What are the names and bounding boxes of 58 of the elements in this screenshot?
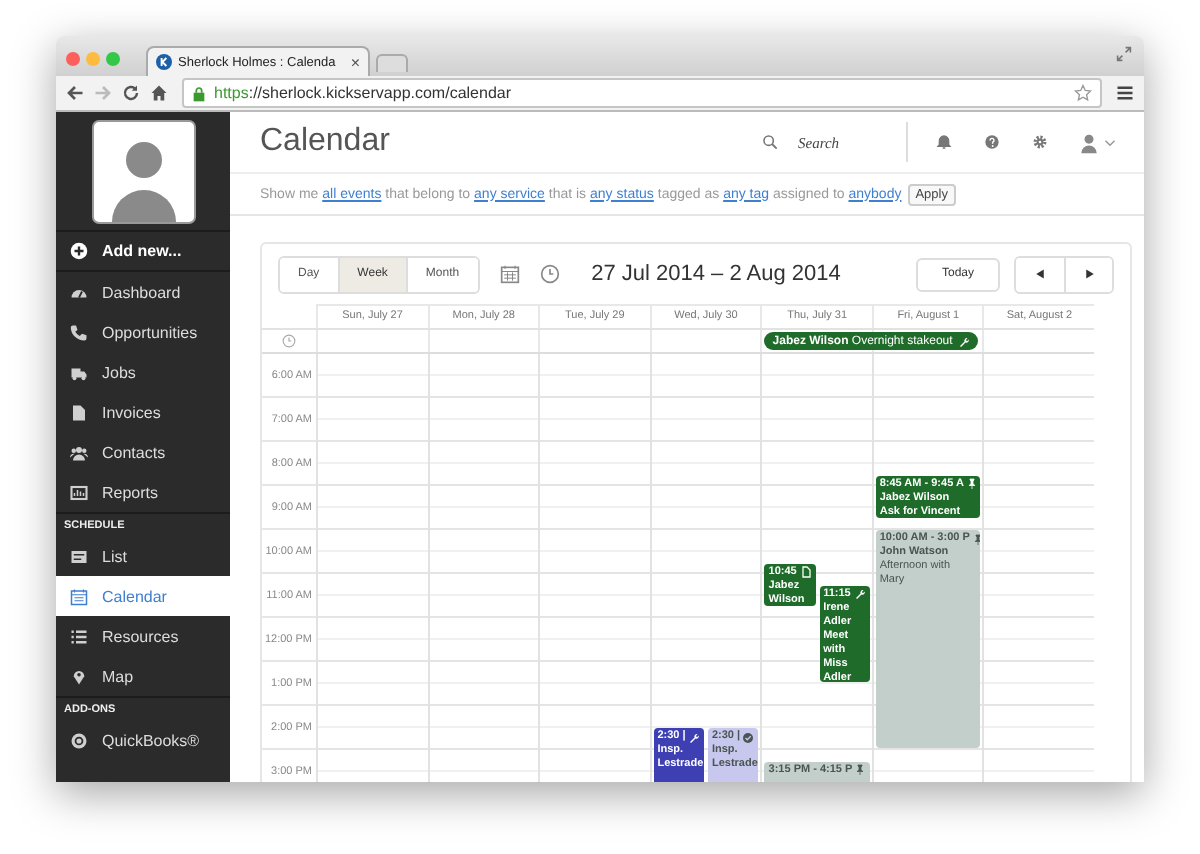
- k-logo-icon: [156, 54, 172, 70]
- sidebar-item[interactable]: List: [56, 536, 230, 576]
- right-triangle-icon: [1083, 268, 1095, 280]
- pin-icon: [70, 667, 88, 685]
- back-arrow-icon[interactable]: [66, 84, 84, 102]
- page-title: Calendar: [260, 124, 392, 160]
- avatar-silhouette: [91, 119, 195, 223]
- bell-icon[interactable]: [936, 134, 952, 150]
- calendar-icon: [70, 587, 88, 605]
- list-icon: [70, 627, 88, 645]
- bookmark-star-icon[interactable]: [1074, 84, 1092, 102]
- pin-icon: [965, 478, 978, 490]
- sidebar-item[interactable]: Calendar: [56, 576, 230, 616]
- sidebar-item[interactable]: Jobs: [56, 352, 230, 392]
- lock-icon: [192, 85, 206, 101]
- phone-icon: [70, 323, 88, 341]
- wrench-icon: [687, 731, 700, 743]
- document-icon: [70, 403, 88, 421]
- url-text: https://sherlock.kickservapp.com/calendar: [214, 84, 514, 102]
- address-bar[interactable]: https://sherlock.kickservapp.com/calendar: [182, 78, 1102, 108]
- plus-circle-icon: [70, 242, 88, 260]
- sidebar-item[interactable]: Dashboard: [56, 272, 230, 312]
- search-icon: [762, 134, 778, 150]
- menu-icon[interactable]: [1116, 84, 1134, 102]
- settings-icon[interactable]: [1032, 134, 1048, 150]
- help-icon[interactable]: [984, 134, 1000, 150]
- user-avatar-icon[interactable]: [1080, 131, 1098, 153]
- sidebar-item[interactable]: Reports: [56, 472, 230, 512]
- document-icon: [799, 566, 812, 578]
- reload-icon[interactable]: [122, 84, 140, 102]
- pin-icon: [854, 764, 867, 776]
- check-circle-icon: [742, 731, 755, 743]
- sidebar-item[interactable]: Resources: [56, 616, 230, 656]
- calendar-icon[interactable]: [499, 264, 520, 284]
- left-triangle-icon: [1034, 268, 1046, 280]
- pin-icon: [971, 533, 981, 545]
- tab-close-button[interactable]: ×: [350, 53, 360, 71]
- next-button[interactable]: [1064, 257, 1112, 291]
- caret-icon[interactable]: [1104, 137, 1116, 147]
- wrench-icon: [958, 335, 971, 347]
- clock-icon[interactable]: [539, 264, 560, 284]
- add-new-button[interactable]: Add new...: [56, 232, 230, 272]
- window-close-button[interactable]: [66, 51, 80, 65]
- list-icon: [70, 547, 88, 565]
- date-range: 27 Jul 2014 – 2 Aug 2014: [591, 262, 843, 286]
- home-icon[interactable]: [150, 84, 168, 102]
- chart-icon: [70, 483, 88, 501]
- clock-icon: [282, 334, 296, 348]
- wrench-icon: [853, 588, 866, 600]
- sidebar-item[interactable]: Contacts: [56, 432, 230, 472]
- people-icon: [70, 443, 88, 461]
- sidebar-item[interactable]: QuickBooks®: [56, 720, 230, 760]
- circle-icon: [70, 731, 88, 749]
- sidebar-item[interactable]: Opportunities: [56, 312, 230, 352]
- sidebar-item[interactable]: Map: [56, 656, 230, 696]
- truck-icon: [70, 363, 88, 381]
- fullscreen-icon[interactable]: [1116, 46, 1132, 62]
- sidebar-item[interactable]: Invoices: [56, 392, 230, 432]
